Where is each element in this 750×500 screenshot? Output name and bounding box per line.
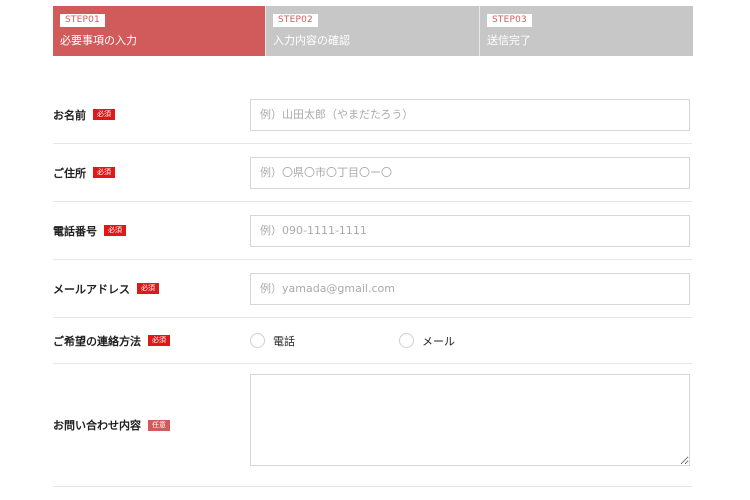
form-row-email: メールアドレス 必須 (53, 260, 692, 318)
step-1-tag: STEP01 (60, 14, 105, 27)
step-2: STEP02 入力内容の確認 (265, 6, 479, 56)
name-input[interactable] (250, 98, 690, 131)
email-input[interactable] (250, 272, 690, 305)
optional-badge: 任意 (148, 419, 170, 431)
required-badge: 必須 (93, 109, 115, 120)
form-row-phone: 電話番号 必須 (53, 202, 692, 260)
step-2-tag: STEP02 (273, 14, 318, 27)
contact-method-label: ご希望の連絡方法 (53, 334, 141, 348)
step-1: STEP01 必要事項の入力 (53, 6, 265, 56)
address-input[interactable] (250, 156, 690, 189)
required-badge: 必須 (93, 167, 115, 178)
form-row-name: お名前 必須 (53, 86, 692, 144)
step-3: STEP03 送信完了 (479, 6, 693, 56)
required-badge: 必須 (104, 225, 126, 236)
inquiry-label: お問い合わせ内容 (53, 419, 141, 432)
inquiry-textarea[interactable] (250, 374, 690, 466)
form-row-address: ご住所 必須 (53, 144, 692, 202)
phone-label-group: 電話番号 必須 (53, 223, 126, 239)
address-label-group: ご住所 必須 (53, 165, 115, 181)
contact-method-label-group: ご希望の連絡方法 必須 (53, 333, 170, 349)
step-2-label: 入力内容の確認 (273, 34, 350, 47)
inquiry-label-group: お問い合わせ内容 任意 (53, 417, 170, 433)
radio-label-phone[interactable]: 電話 (273, 333, 295, 349)
name-label-group: お名前 必須 (53, 107, 115, 123)
contact-method-radio-group: 電話 メール (250, 333, 455, 349)
step-progress-bar: STEP01 必要事項の入力 STEP02 入力内容の確認 STEP03 送信完… (53, 6, 693, 56)
step-1-label: 必要事項の入力 (60, 34, 137, 47)
form-row-inquiry: お問い合わせ内容 任意 (53, 364, 692, 487)
radio-option-phone[interactable]: 電話 (250, 333, 295, 349)
radio-option-email[interactable]: メール (399, 333, 455, 349)
address-label: ご住所 (53, 166, 86, 180)
required-badge: 必須 (137, 283, 159, 294)
phone-input[interactable] (250, 214, 690, 247)
name-label: お名前 (53, 108, 86, 122)
required-badge: 必須 (148, 335, 170, 346)
email-label-group: メールアドレス 必須 (53, 281, 159, 297)
email-label: メールアドレス (53, 282, 130, 296)
step-3-label: 送信完了 (487, 34, 531, 47)
radio-button-phone[interactable] (250, 333, 265, 348)
radio-label-email[interactable]: メール (422, 333, 455, 349)
radio-button-email[interactable] (399, 333, 414, 348)
step-3-tag: STEP03 (487, 14, 532, 27)
contact-form: お名前 必須 ご住所 必須 電話番号 必須 メールアドレス 必須 ご希望の連絡方… (53, 86, 692, 487)
phone-label: 電話番号 (53, 224, 97, 238)
form-row-contact-method: ご希望の連絡方法 必須 電話 メール (53, 318, 692, 364)
